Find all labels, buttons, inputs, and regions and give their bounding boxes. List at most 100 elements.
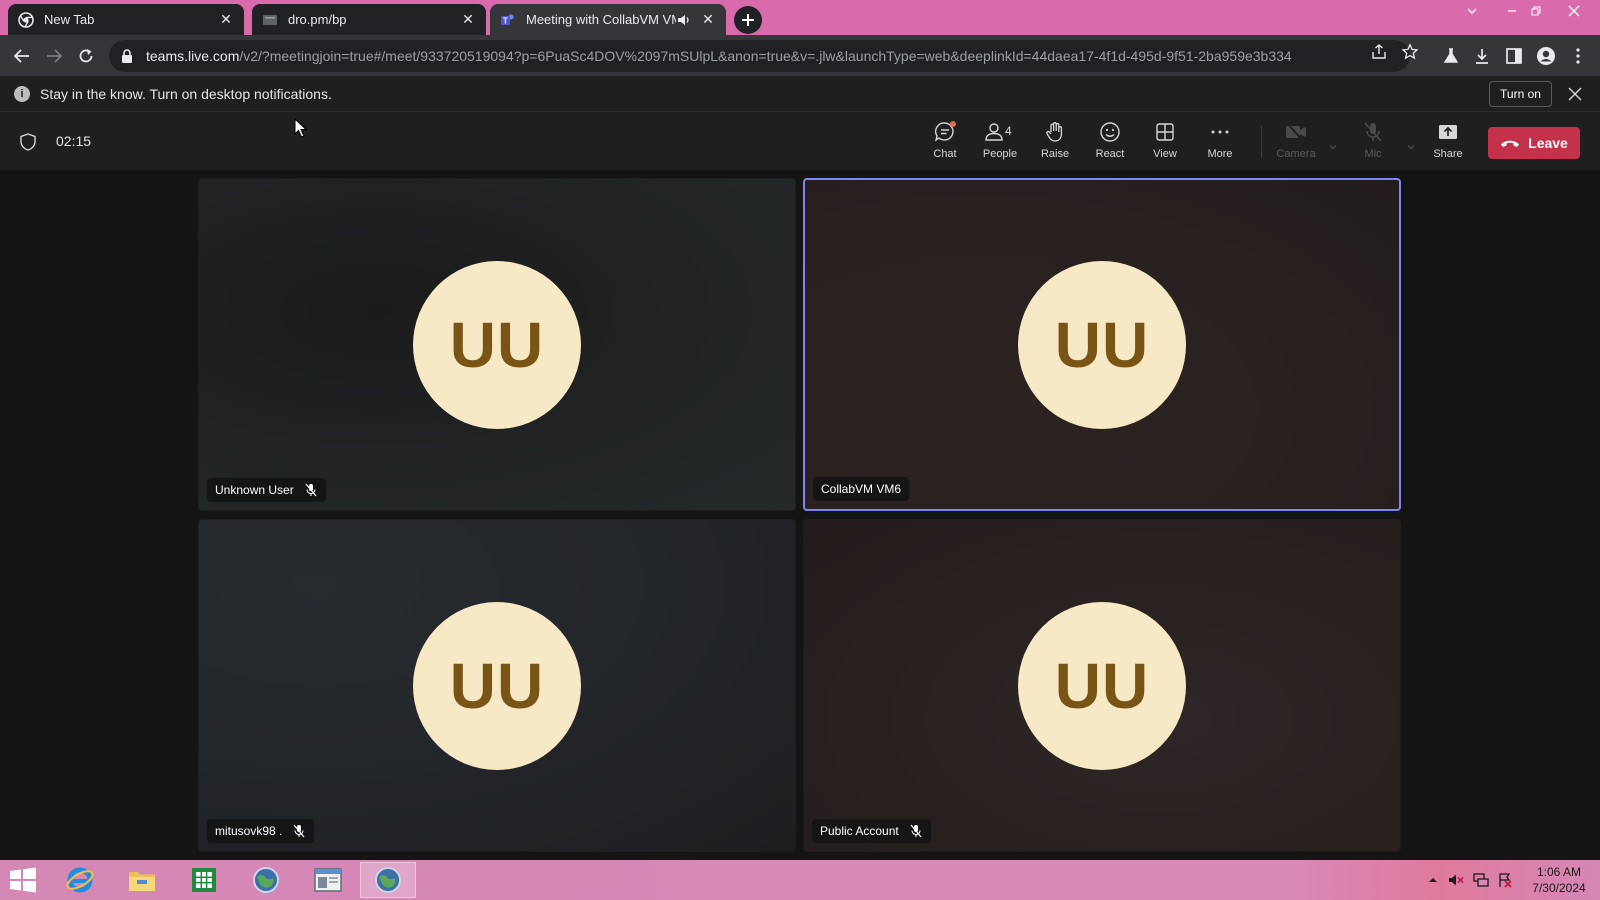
participant-name: Public Account bbox=[820, 824, 899, 838]
participant-tile[interactable]: UU mitusovk98 . bbox=[198, 519, 796, 852]
raise-label: Raise bbox=[1040, 148, 1070, 160]
chat-button[interactable]: Chat bbox=[917, 120, 973, 164]
mic-muted-icon bbox=[909, 824, 923, 838]
more-button[interactable]: More bbox=[1192, 120, 1248, 164]
volume-muted-icon[interactable] bbox=[1448, 872, 1464, 888]
mic-options-chevron-icon[interactable] bbox=[1406, 142, 1416, 152]
meeting-header: 02:15 Chat 4 People Raise React View Mor… bbox=[0, 112, 1600, 170]
reload-icon[interactable] bbox=[74, 44, 98, 68]
side-panel-icon[interactable] bbox=[1503, 45, 1525, 67]
tab-dro-pm[interactable]: dro.pm/bp ✕ bbox=[252, 4, 486, 35]
file-explorer-icon[interactable] bbox=[114, 862, 170, 898]
tab-close-icon[interactable]: ✕ bbox=[700, 11, 716, 28]
camera-button[interactable]: Camera bbox=[1268, 120, 1324, 164]
bookmark-star-icon[interactable] bbox=[1401, 43, 1419, 61]
video-stage: UU Unknown User UU CollabVM VM6 UU mitus… bbox=[0, 170, 1600, 860]
participant-name: Unknown User bbox=[215, 483, 294, 497]
participant-nametag: CollabVM VM6 bbox=[813, 477, 910, 501]
os-taskbar: 1:06 AM 7/30/2024 bbox=[0, 860, 1600, 900]
meeting-timer: 02:15 bbox=[56, 133, 92, 149]
restore-icon[interactable] bbox=[1522, 0, 1550, 22]
camera-options-chevron-icon[interactable] bbox=[1328, 142, 1338, 152]
mic-label: Mic bbox=[1364, 148, 1382, 160]
tab-search-icon[interactable] bbox=[1458, 0, 1486, 22]
action-center-flag-icon[interactable] bbox=[1497, 872, 1513, 888]
browser-toolbar: teams.live.com/v2/?meetingjoin=true#/mee… bbox=[0, 35, 1600, 76]
people-button[interactable]: 4 People bbox=[972, 120, 1028, 164]
address-bar[interactable]: teams.live.com/v2/?meetingjoin=true#/mee… bbox=[109, 40, 1410, 72]
react-button[interactable]: React bbox=[1082, 120, 1138, 164]
mic-button[interactable]: Mic bbox=[1345, 120, 1401, 164]
clock-date: 7/30/2024 bbox=[1532, 881, 1586, 895]
react-label: React bbox=[1095, 148, 1125, 160]
system-clock[interactable]: 1:06 AM 7/30/2024 bbox=[1525, 864, 1593, 896]
participant-tile[interactable]: UU Unknown User bbox=[198, 178, 796, 511]
view-label: View bbox=[1153, 148, 1177, 160]
turn-on-button[interactable]: Turn on bbox=[1489, 81, 1552, 107]
raise-hand-button[interactable]: Raise bbox=[1027, 120, 1083, 164]
avatar: UU bbox=[413, 260, 581, 429]
forward-icon[interactable] bbox=[42, 44, 66, 68]
share-page-icon[interactable] bbox=[1370, 43, 1388, 61]
more-label: More bbox=[1207, 148, 1233, 160]
info-icon: i bbox=[14, 86, 30, 102]
chrome-icon bbox=[18, 11, 34, 28]
people-icon: 4 bbox=[983, 120, 1012, 144]
mouse-cursor-icon bbox=[294, 118, 308, 138]
tab-title: dro.pm/bp bbox=[288, 12, 347, 27]
globe-icon[interactable] bbox=[360, 862, 416, 898]
leave-label: Leave bbox=[1528, 135, 1568, 151]
tab-close-icon[interactable]: ✕ bbox=[460, 11, 476, 28]
globe-icon[interactable] bbox=[238, 862, 294, 898]
new-tab-button[interactable] bbox=[734, 6, 762, 34]
shield-icon[interactable] bbox=[20, 133, 36, 151]
view-button[interactable]: View bbox=[1137, 120, 1193, 164]
avatar: UU bbox=[413, 601, 581, 770]
people-label: People bbox=[982, 148, 1018, 160]
lock-icon[interactable] bbox=[121, 49, 135, 63]
network-icon[interactable] bbox=[1473, 872, 1489, 888]
toolbar-divider bbox=[1261, 126, 1262, 158]
avatar: UU bbox=[1018, 260, 1186, 429]
tab-title: Meeting with CollabVM VM bbox=[526, 12, 676, 27]
window-icon[interactable] bbox=[300, 862, 356, 898]
url-path: /v2/?meetingjoin=true#/meet/933720519094… bbox=[239, 48, 1292, 64]
speaker-icon[interactable] bbox=[676, 12, 692, 28]
mic-muted-icon bbox=[304, 483, 318, 497]
participant-nametag: mitusovk98 . bbox=[207, 819, 315, 843]
tab-close-icon[interactable]: ✕ bbox=[218, 11, 234, 28]
labs-flask-icon[interactable] bbox=[1440, 45, 1462, 67]
notification-text: Stay in the know. Turn on desktop notifi… bbox=[40, 86, 332, 102]
hand-icon bbox=[1043, 120, 1067, 144]
smile-icon bbox=[1098, 120, 1122, 144]
download-icon[interactable] bbox=[1471, 45, 1493, 67]
avatar: UU bbox=[1018, 601, 1186, 770]
unread-dot bbox=[950, 121, 956, 127]
participant-nametag: Public Account bbox=[812, 819, 931, 843]
browser-menu-icon[interactable] bbox=[1567, 45, 1589, 67]
tab-title: New Tab bbox=[44, 12, 95, 27]
participant-tile[interactable]: UU CollabVM VM6 bbox=[803, 178, 1401, 511]
share-button[interactable]: Share bbox=[1420, 120, 1476, 164]
close-icon[interactable] bbox=[1566, 85, 1584, 103]
participant-tile[interactable]: UU Public Account bbox=[803, 519, 1401, 852]
mic-muted-icon bbox=[292, 824, 306, 838]
participant-nametag: Unknown User bbox=[207, 478, 326, 502]
profile-avatar-icon[interactable] bbox=[1535, 45, 1557, 67]
close-window-icon[interactable] bbox=[1560, 0, 1588, 22]
windows-start-icon[interactable] bbox=[8, 866, 38, 894]
clock-time: 1:06 AM bbox=[1536, 865, 1582, 879]
page-icon bbox=[262, 12, 278, 28]
back-icon[interactable] bbox=[10, 44, 34, 68]
tray-expand-icon[interactable] bbox=[1425, 872, 1441, 888]
internet-explorer-icon[interactable] bbox=[52, 862, 108, 898]
url-host: teams.live.com bbox=[146, 48, 240, 64]
leave-button[interactable]: Leave bbox=[1488, 127, 1580, 159]
spreadsheet-icon[interactable] bbox=[176, 862, 232, 898]
mic-off-icon bbox=[1361, 120, 1385, 144]
share-label: Share bbox=[1433, 148, 1463, 160]
camera-label: Camera bbox=[1276, 148, 1316, 160]
participant-name: mitusovk98 . bbox=[215, 824, 283, 838]
tab-new-tab[interactable]: New Tab ✕ bbox=[8, 4, 244, 35]
tab-meeting[interactable]: T Meeting with CollabVM VM ✕ bbox=[490, 4, 726, 35]
